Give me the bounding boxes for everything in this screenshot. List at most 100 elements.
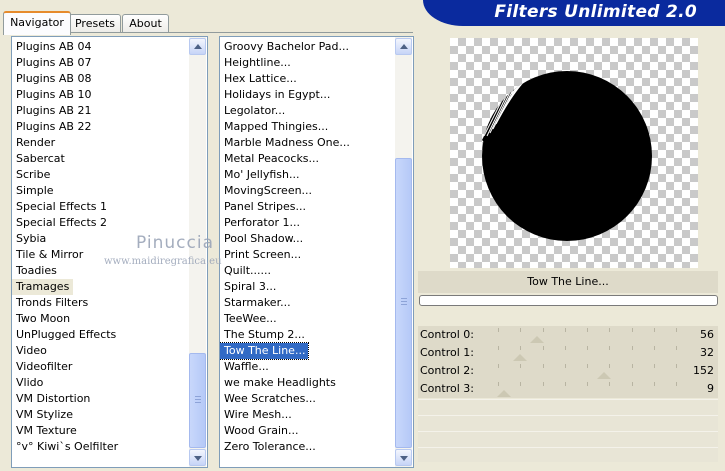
filter-list-item[interactable]: Wee Scratches... [220, 391, 316, 407]
filter-scroll-up-button[interactable] [395, 38, 412, 55]
slider-tick [520, 364, 521, 368]
category-list-item[interactable]: Tronds Filters [12, 295, 88, 311]
filter-list-item[interactable]: Groovy Bachelor Pad... [220, 39, 349, 55]
control-0-label: Control 0: [420, 328, 474, 341]
progress-bar [419, 295, 718, 306]
category-list-item[interactable]: Videofilter [12, 359, 72, 375]
selected-filter-name: Tow The Line... [418, 271, 718, 293]
filter-scrollbar[interactable] [395, 37, 412, 467]
category-list-item[interactable]: Two Moon [12, 311, 70, 327]
filter-list-item[interactable]: we make Headlights [220, 375, 336, 391]
grip-line [401, 301, 407, 302]
slider-tick [609, 328, 610, 332]
slider-tick [632, 382, 633, 386]
filter-list[interactable]: Groovy Bachelor Pad... Heightline... Hex L… [219, 36, 414, 468]
category-list-item[interactable]: Video [12, 343, 47, 359]
category-list-item[interactable]: Toadies [12, 263, 57, 279]
slider-tick [520, 346, 521, 350]
filter-list-item[interactable]: MovingScreen... [220, 183, 312, 199]
category-scroll-thumb[interactable] [189, 353, 206, 448]
category-list-item[interactable]: Scribe [12, 167, 50, 183]
filter-list-item[interactable]: Panel Stripes... [220, 199, 306, 215]
control-3-thumb[interactable] [497, 390, 511, 397]
category-list-item[interactable]: Tramages [12, 279, 74, 295]
filter-list-item[interactable]: Starmaker... [220, 295, 291, 311]
empty-control-row [418, 431, 718, 447]
watermark-site: www.maidiregrafica.eu [104, 256, 222, 267]
slider-tick [543, 328, 544, 332]
category-list-item[interactable]: °v° Kiwi`s Oelfilter [12, 439, 118, 455]
category-list-item[interactable]: Simple [12, 183, 54, 199]
grip-line [195, 396, 201, 397]
category-list-item[interactable]: Sabercat [12, 151, 65, 167]
filter-list-item[interactable]: Hex Lattice... [220, 71, 297, 87]
control-3-slider[interactable] [497, 380, 677, 398]
filter-list-item[interactable]: Waffle... [220, 359, 269, 375]
empty-control-row [418, 399, 718, 415]
filter-list-item[interactable]: Heightline... [220, 55, 291, 71]
filter-list-item[interactable]: Zero Tolerance... [220, 439, 316, 455]
category-list-item[interactable]: Tile & Mirror [12, 247, 83, 263]
control-0-thumb[interactable] [530, 336, 544, 343]
category-list-item[interactable]: Render [12, 135, 55, 151]
filter-list-item[interactable]: Quilt...... [220, 263, 271, 279]
control-0-row[interactable]: Control 0: 56 [418, 326, 718, 344]
filter-list-item[interactable]: TeeWee... [220, 311, 277, 327]
empty-control-row [418, 415, 718, 431]
category-list-item[interactable]: Plugins AB 04 [12, 39, 91, 55]
category-list-item[interactable]: Plugins AB 08 [12, 71, 91, 87]
slider-tick [654, 382, 655, 386]
filter-list-item[interactable]: Mapped Thingies... [220, 119, 328, 135]
tab-navigator[interactable]: Navigator [3, 11, 71, 35]
filter-scroll-down-button[interactable] [395, 449, 412, 466]
filter-list-item[interactable]: Legolator... [220, 103, 285, 119]
category-list-item[interactable]: Plugins AB 10 [12, 87, 91, 103]
category-list-item[interactable]: Plugins AB 22 [12, 119, 91, 135]
control-1-row[interactable]: Control 1: 32 [418, 344, 718, 362]
arrow-up-icon [194, 44, 202, 49]
category-scroll-up-button[interactable] [189, 38, 206, 55]
filter-list-item[interactable]: Pool Shadow... [220, 231, 303, 247]
control-3-label: Control 3: [420, 382, 474, 395]
control-0-slider[interactable] [498, 326, 677, 344]
control-1-label: Control 1: [420, 346, 474, 359]
filter-list-item[interactable]: Spiral 3... [220, 279, 276, 295]
category-list-item[interactable]: Sybia [12, 231, 46, 247]
category-list-item[interactable]: Plugins AB 21 [12, 103, 91, 119]
filter-list-item[interactable]: Tow The Line... [220, 342, 310, 360]
filter-list-item[interactable]: Marble Madness One... [220, 135, 350, 151]
control-2-row[interactable]: Control 2: 152 [418, 362, 718, 380]
filter-list-item[interactable]: Holidays in Egypt... [220, 87, 330, 103]
empty-control-row [418, 447, 718, 462]
grip-line [195, 399, 201, 400]
category-list-item[interactable]: Special Effects 2 [12, 215, 107, 231]
control-2-slider[interactable] [498, 362, 677, 380]
category-list-item[interactable]: UnPlugged Effects [12, 327, 116, 343]
tab-presets[interactable]: Presets [69, 14, 121, 33]
category-list-item[interactable]: VM Distortion [12, 391, 90, 407]
app-title: Filters Unlimited 2.0 [494, 2, 697, 22]
filter-list-item[interactable]: The Stump 2... [220, 327, 305, 343]
filter-list-item[interactable]: Wood Grain... [220, 423, 298, 439]
filter-list-item[interactable]: Perforator 1... [220, 215, 300, 231]
slider-tick [543, 382, 544, 386]
control-1-slider[interactable] [498, 344, 677, 362]
category-list-item[interactable]: Special Effects 1 [12, 199, 107, 215]
control-1-thumb[interactable] [513, 354, 527, 361]
control-2-thumb[interactable] [597, 372, 611, 379]
control-3-row[interactable]: Control 3: 9 [418, 380, 718, 398]
category-list-item[interactable]: VM Texture [12, 423, 77, 439]
slider-tick [565, 346, 566, 350]
category-list-item[interactable]: Vlido [12, 375, 43, 391]
tab-about[interactable]: About [122, 14, 169, 33]
filter-list-item[interactable]: Mo' Jellyfish... [220, 167, 300, 183]
filter-scroll-thumb[interactable] [395, 158, 412, 448]
category-list-item[interactable]: VM Stylize [12, 407, 73, 423]
filter-list-item[interactable]: Metal Peacocks... [220, 151, 319, 167]
slider-tick [587, 328, 588, 332]
category-list-item[interactable]: Plugins AB 07 [12, 55, 91, 71]
slider-tick [676, 382, 677, 386]
filter-list-item[interactable]: Print Screen... [220, 247, 301, 263]
filter-list-item[interactable]: Wire Mesh... [220, 407, 292, 423]
category-scroll-down-button[interactable] [189, 449, 206, 466]
